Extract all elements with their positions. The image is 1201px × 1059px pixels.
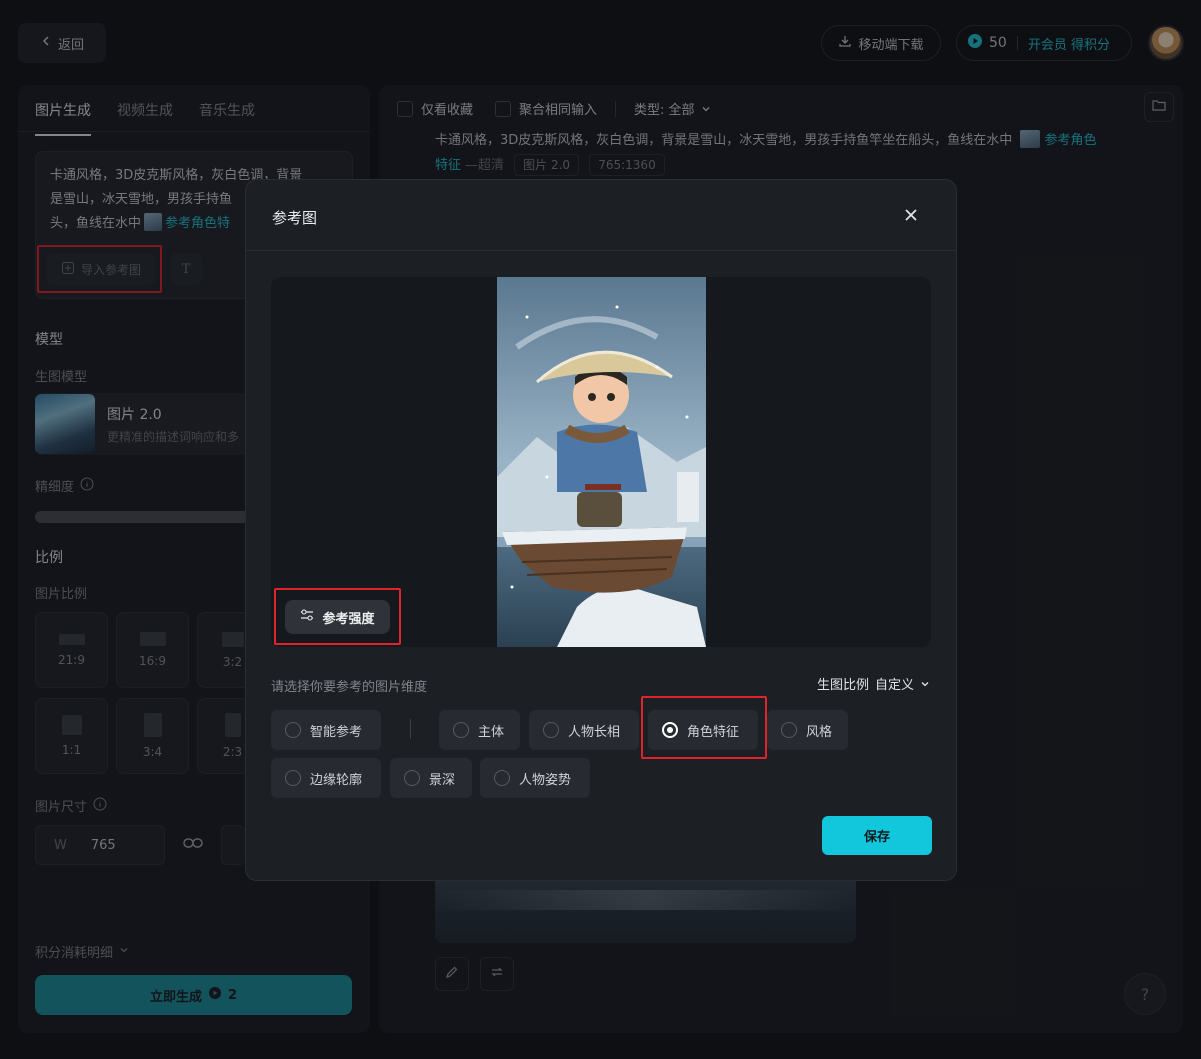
radio: [781, 722, 797, 738]
radio: [453, 722, 469, 738]
divider: [410, 719, 411, 739]
option-depth[interactable]: 景深: [390, 758, 472, 798]
dimension-prompt: 请选择你要参考的图片维度: [271, 680, 428, 695]
option-smart-reference[interactable]: 智能参考: [271, 710, 381, 750]
divider: [246, 250, 956, 251]
character-features-highlight: [641, 696, 767, 759]
radio: [285, 770, 301, 786]
close-button[interactable]: [900, 206, 922, 228]
radio: [285, 722, 301, 738]
save-button[interactable]: 保存: [822, 816, 932, 855]
option-style[interactable]: 风格: [767, 710, 848, 750]
radio: [404, 770, 420, 786]
strength-highlight: [274, 588, 401, 645]
ratio-select[interactable]: 生图比例 自定义: [817, 674, 930, 693]
option-pose[interactable]: 人物姿势: [480, 758, 590, 798]
reference-image-modal: 参考图 参考强度 请选择你要参考的图片维度 生图比例 自定义 智能参考 主体 人…: [245, 179, 957, 881]
radio: [494, 770, 510, 786]
option-subject[interactable]: 主体: [439, 710, 520, 750]
option-face[interactable]: 人物长相: [529, 710, 639, 750]
radio: [543, 722, 559, 738]
option-edge-outline[interactable]: 边缘轮廓: [271, 758, 381, 798]
chevron-down-icon: [921, 681, 929, 686]
close-icon: [905, 209, 917, 225]
modal-title: 参考图: [272, 209, 318, 227]
reference-image: [497, 277, 706, 647]
